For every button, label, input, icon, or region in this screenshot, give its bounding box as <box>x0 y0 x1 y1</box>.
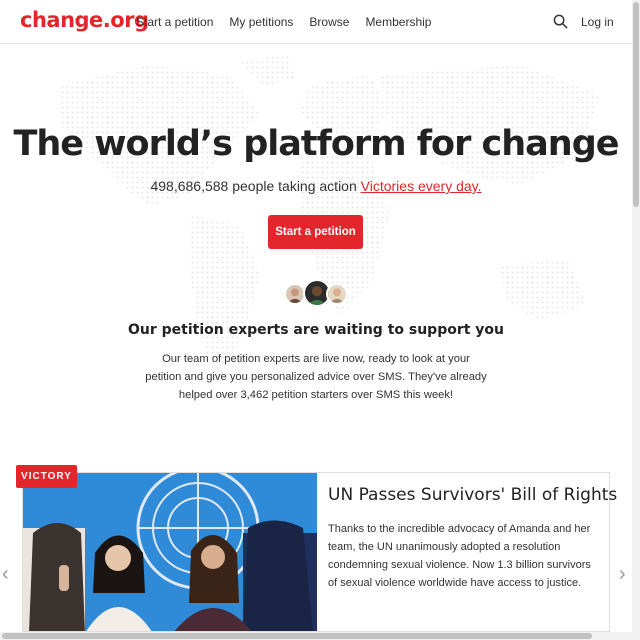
hero-subtitle: 498,686,588 people taking action Victori… <box>0 178 632 194</box>
hero-title: The world’s platform for change <box>13 124 619 164</box>
people-count: 498,686,588 people taking action <box>150 178 357 194</box>
nav-my-petitions[interactable]: My petitions <box>229 15 293 29</box>
victory-photo <box>23 473 317 631</box>
horizontal-scrollbar[interactable] <box>0 632 632 640</box>
chevron-left-icon[interactable]: ‹ <box>2 563 9 586</box>
victory-description: Thanks to the incredible advocacy of Ama… <box>328 523 591 589</box>
experts-description: Our team of petition experts are live no… <box>145 353 487 401</box>
nav-membership[interactable]: Membership <box>365 15 431 29</box>
scrollbar-thumb[interactable] <box>633 2 639 207</box>
avatar <box>326 283 348 305</box>
vertical-scrollbar[interactable] <box>632 0 640 640</box>
login-link[interactable]: Log in <box>581 15 614 29</box>
logo[interactable]: change.org <box>20 8 149 32</box>
nav-browse[interactable]: Browse <box>309 15 349 29</box>
search-icon[interactable] <box>553 14 568 29</box>
site-header: change.org Start a petition My petitions… <box>0 0 632 44</box>
nav-start-petition[interactable]: Start a petition <box>136 15 213 29</box>
victories-link[interactable]: Victories every day. <box>361 178 482 194</box>
chevron-right-icon[interactable]: › <box>619 563 626 586</box>
expert-avatars <box>284 279 348 311</box>
victory-badge: VICTORY <box>16 465 77 488</box>
scrollbar-thumb[interactable] <box>2 633 592 639</box>
start-petition-button[interactable]: Start a petition <box>268 215 363 249</box>
victory-title[interactable]: UN Passes Survivors' Bill of Rights <box>328 485 617 505</box>
experts-heading: Our petition experts are waiting to supp… <box>127 322 505 338</box>
main-nav: Start a petition My petitions Browse Mem… <box>136 15 431 29</box>
